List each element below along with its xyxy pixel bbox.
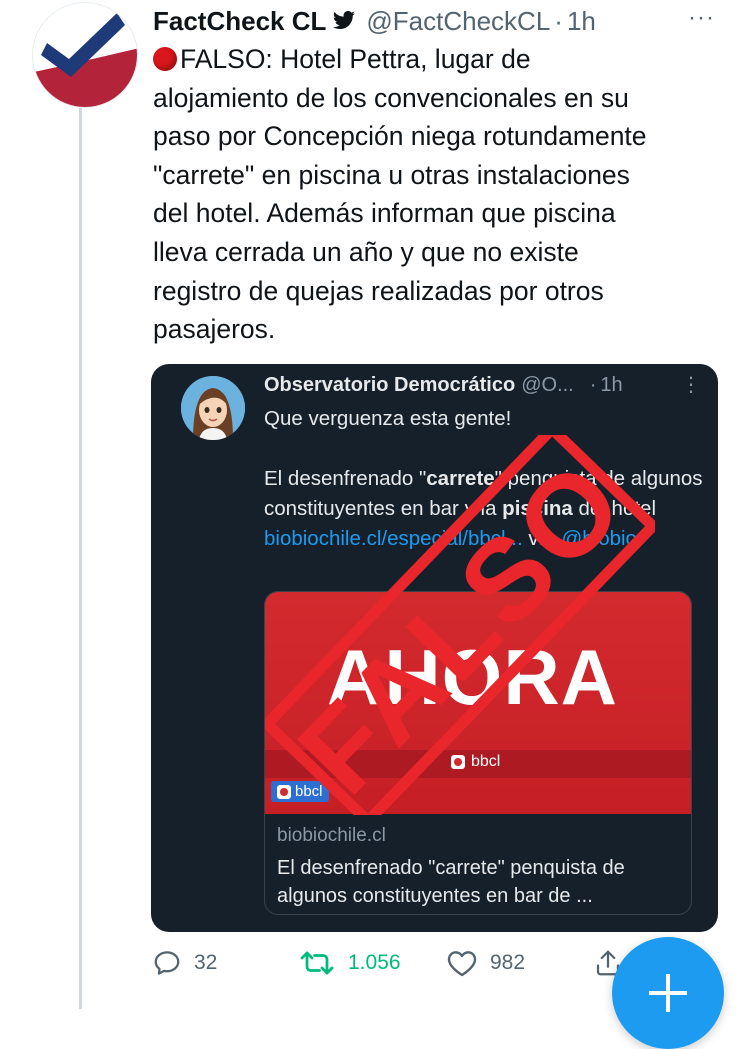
- tweet-line: registro de quejas realizadas por otros: [153, 275, 604, 306]
- author-name[interactable]: FactCheck CL: [153, 6, 326, 37]
- tweet-time[interactable]: 1h: [567, 6, 596, 37]
- tweet-line: alojamiento de los convencionales en su: [153, 82, 629, 113]
- link-domain: biobiochile.cl: [277, 825, 386, 846]
- like-count: 982: [490, 951, 526, 974]
- quote-paragraph: El desenfrenado "carrete" penquista de a…: [264, 467, 703, 550]
- retweet-button[interactable]: 1.056: [298, 948, 401, 978]
- quote-author-name[interactable]: Observatorio Democrático: [264, 374, 515, 397]
- retweet-icon: [300, 951, 334, 975]
- article-link[interactable]: biobiochile.cl/especial/bbcl...: [264, 527, 523, 550]
- tweet-line: FALSO: Hotel Pettra, lugar de: [153, 40, 723, 79]
- link-preview-image: AHORA bbcl bbcl: [265, 592, 691, 814]
- image-brand: bbcl: [451, 753, 500, 771]
- tweet-line: lleva cerrada un año y que no existe: [153, 236, 579, 267]
- tweet-line: paso por Concepción niega rotundamente: [153, 121, 647, 152]
- reply-icon: [154, 951, 180, 975]
- quote-line: Que verguenza esta gente!: [264, 407, 512, 430]
- tweet-header: FactCheck CL @FactCheckCL · 1h: [153, 4, 596, 38]
- like-button[interactable]: 982: [446, 948, 525, 978]
- quote-more-icon[interactable]: ⋮: [681, 372, 701, 397]
- factcheck-avatar[interactable]: [32, 2, 138, 108]
- tweet-line: del hotel. Además informan que piscina: [153, 198, 616, 229]
- reply-button[interactable]: 32: [152, 948, 217, 978]
- quote-header: Observatorio Democrático @O... · 1h: [264, 374, 623, 397]
- red-circle-icon: [153, 47, 177, 71]
- link-preview-card[interactable]: AHORA bbcl bbcl biobiochile.cl El desenf…: [264, 591, 692, 915]
- author-handle[interactable]: @FactCheckCL: [366, 6, 550, 37]
- more-options-icon[interactable]: ···: [688, 4, 715, 32]
- retweet-count: 1.056: [348, 951, 401, 974]
- mention-link[interactable]: @biobio: [561, 527, 637, 550]
- thread-line: [79, 108, 82, 1009]
- separator-dot: ·: [589, 374, 597, 396]
- twitter-bird-icon: [332, 10, 356, 32]
- bbcl-logo-icon: [451, 755, 465, 769]
- tweet-line: "carrete" en piscina u otras instalacion…: [153, 159, 630, 190]
- tweet-line: pasajeros.: [153, 314, 276, 345]
- factcheck-logo: [33, 3, 137, 107]
- bbcl-badge-icon: [277, 784, 291, 799]
- heart-icon: [447, 951, 477, 977]
- reply-count: 32: [194, 951, 218, 974]
- ahora-headline: AHORA: [327, 633, 618, 721]
- quote-author-handle[interactable]: @O...: [521, 374, 574, 397]
- tweet-text: FALSO: Hotel Pettra, lugar de alojamient…: [153, 40, 723, 349]
- link-title: El desenfrenado "carrete" penquista de a…: [277, 857, 625, 907]
- brand-badge: bbcl: [271, 781, 329, 802]
- quote-time[interactable]: 1h: [600, 374, 622, 397]
- quote-text: Que verguenza esta gente! El desenfrenad…: [264, 404, 704, 554]
- cartoon-woman-avatar-icon: [181, 376, 245, 440]
- quote-author-avatar[interactable]: [181, 376, 245, 440]
- quoted-tweet-card[interactable]: Observatorio Democrático @O... · 1h ⋮ Qu…: [151, 364, 718, 932]
- plus-icon: [645, 970, 691, 1016]
- compose-tweet-button[interactable]: [612, 937, 724, 1049]
- separator-dot: ·: [554, 5, 563, 36]
